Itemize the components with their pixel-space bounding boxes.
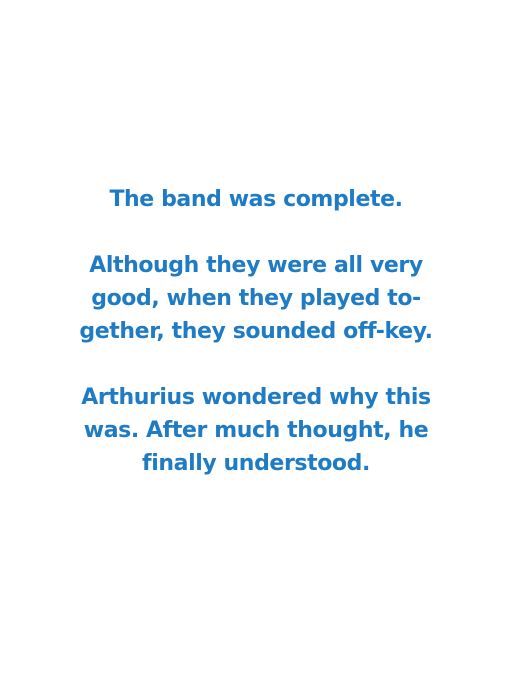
text-line: was. After much thought, he	[83, 418, 429, 443]
text-line: The band was complete.	[109, 187, 403, 212]
text-line: good, when they played to-	[91, 286, 421, 311]
book-page: The band was complete. Although they wer…	[0, 0, 512, 700]
text-line: Although they were all very	[89, 253, 423, 278]
text-line: Arthurius wondered why this	[81, 385, 431, 410]
paragraph-3: Arthurius wondered why this was. After m…	[56, 381, 456, 480]
paragraph-1: The band was complete.	[56, 183, 456, 216]
text-line: finally understood.	[142, 451, 370, 476]
paragraph-2: Although they were all very good, when t…	[56, 249, 456, 348]
text-line: gether, they sounded off-key.	[79, 319, 433, 344]
story-text: The band was complete. Although they wer…	[56, 183, 456, 480]
